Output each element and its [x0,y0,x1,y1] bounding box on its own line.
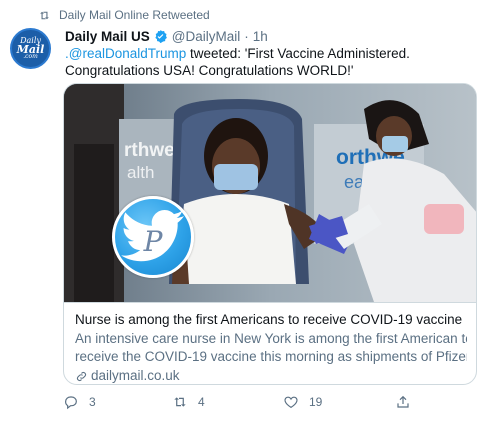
vaccination-photo: rthwe alth orthwe ealth [64,84,476,302]
retweet-banner[interactable]: Daily Mail Online Retweeted [38,8,210,22]
mention-link[interactable]: .@realDonaldTrump [65,46,186,61]
tweet-actions: 3 4 19 [0,394,494,414]
like-count: 19 [309,395,323,409]
card-description: An intensive care nurse in New York is a… [75,330,467,366]
header-separator: · [244,29,249,44]
share-icon [397,395,409,408]
reply-button[interactable]: 3 [63,394,96,410]
author-handle[interactable]: @DailyMail [172,29,240,44]
twitter-bird-icon: P [121,210,184,262]
card-domain-text: dailymail.co.uk [91,368,180,383]
share-button[interactable] [395,394,421,410]
link-card[interactable]: rthwe alth orthwe ealth P [63,83,477,385]
retweet-banner-text: Daily Mail Online Retweeted [59,8,210,22]
card-domain: dailymail.co.uk [75,367,467,384]
reply-count: 3 [89,395,96,409]
card-description-line1: An intensive care nurse in New York is a… [75,331,467,346]
watermark-letter: P [143,225,164,258]
card-image[interactable]: rthwe alth orthwe ealth P [64,84,476,302]
retweet-action-icon [174,397,186,407]
tweet-timestamp[interactable]: 1h [253,29,268,44]
retweet-count: 4 [198,395,205,409]
twitter-watermark: P [112,196,194,278]
avatar[interactable]: Daily Mail .com [10,28,51,69]
card-body[interactable]: Nurse is among the first Americans to re… [64,302,476,384]
verified-badge-icon [155,29,167,44]
heart-icon [284,396,298,409]
avatar-text-line3: .com [23,53,38,61]
retweet-button[interactable]: 4 [172,394,205,410]
sign-text-2: alth [127,163,154,182]
sign-text-1: rthwe [124,140,175,161]
card-description-line2: receive the COVID-19 vaccine this mornin… [75,349,467,364]
tweet-header: Daily Mail US @DailyMail · 1h [65,29,268,44]
retweet-icon [40,11,49,19]
like-button[interactable]: 19 [283,394,322,410]
card-title: Nurse is among the first Americans to re… [75,312,463,327]
link-icon [76,371,87,381]
tweet-text: .@realDonaldTrump tweeted: 'First Vaccin… [65,45,485,79]
author-name[interactable]: Daily Mail US [65,29,150,44]
reply-icon [65,396,77,410]
